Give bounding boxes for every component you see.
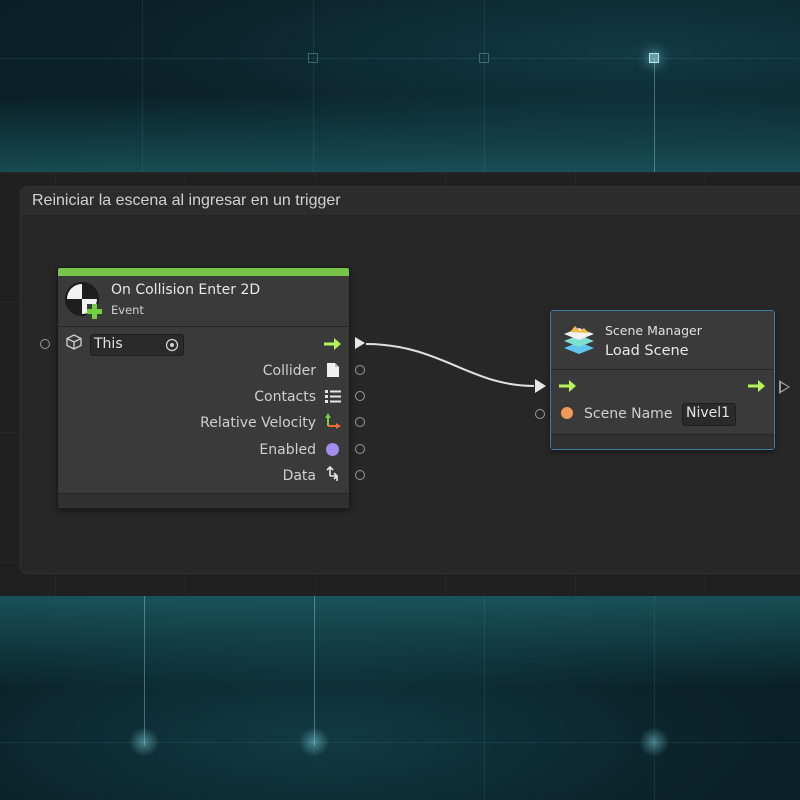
target-field[interactable]: This bbox=[90, 334, 184, 356]
data-output-port[interactable] bbox=[355, 470, 365, 480]
background-bottom bbox=[0, 596, 800, 800]
scene-layers-icon bbox=[564, 326, 594, 354]
scene-node-category: Scene Manager bbox=[605, 323, 702, 338]
output-label-collider: Collider bbox=[262, 363, 316, 379]
enabled-output-port[interactable] bbox=[355, 444, 365, 454]
event-node-header[interactable]: On Collision Enter 2D Event bbox=[58, 276, 349, 327]
event-node-title: On Collision Enter 2D bbox=[111, 282, 261, 298]
group-title[interactable]: Reiniciar la escena al ingresar en un tr… bbox=[32, 192, 341, 210]
target-picker-icon[interactable] bbox=[165, 338, 179, 352]
vector-icon bbox=[325, 413, 341, 429]
flow-out-arrow-icon bbox=[324, 338, 341, 350]
contacts-output-port[interactable] bbox=[355, 391, 365, 401]
flow-in-arrow-icon bbox=[559, 380, 576, 392]
data-icon bbox=[326, 465, 339, 481]
collision-event-icon bbox=[65, 282, 102, 319]
scene-name-input-port[interactable] bbox=[535, 409, 545, 419]
graph-canvas[interactable]: Reiniciar la escena al ingresar en un tr… bbox=[0, 172, 800, 596]
load-scene-node-header[interactable]: Scene Manager Load Scene bbox=[551, 311, 774, 370]
cube-icon bbox=[66, 334, 82, 350]
document-icon bbox=[327, 363, 339, 377]
event-node-footer bbox=[58, 493, 349, 508]
event-target-input-port[interactable] bbox=[40, 339, 50, 349]
scene-name-field[interactable]: Nivel1 bbox=[682, 403, 736, 426]
output-label-relative-velocity: Relative Velocity bbox=[200, 415, 316, 431]
event-node[interactable]: On Collision Enter 2D Event This Collide… bbox=[57, 267, 350, 509]
scene-node-footer bbox=[551, 434, 774, 449]
scene-flow-input-port[interactable] bbox=[535, 379, 546, 393]
flow-out-arrow-icon bbox=[748, 380, 765, 392]
target-field-value: This bbox=[94, 336, 123, 352]
output-label-data: Data bbox=[282, 468, 316, 484]
output-label-contacts: Contacts bbox=[254, 389, 316, 405]
scene-node-title: Load Scene bbox=[605, 343, 689, 359]
bool-dot-icon bbox=[326, 443, 339, 456]
output-label-enabled: Enabled bbox=[259, 442, 316, 458]
string-port-dot-icon bbox=[561, 407, 573, 419]
list-icon bbox=[325, 390, 341, 403]
event-node-subtitle: Event bbox=[111, 303, 144, 317]
collider-output-port[interactable] bbox=[355, 365, 365, 375]
relative-velocity-output-port[interactable] bbox=[355, 417, 365, 427]
event-header-bar bbox=[58, 268, 349, 276]
scene-name-label: Scene Name bbox=[584, 406, 673, 422]
load-scene-node[interactable]: Scene Manager Load Scene Scene Name Nive… bbox=[550, 310, 775, 450]
scene-flow-output-port[interactable] bbox=[779, 380, 790, 394]
group-title-bar[interactable]: Reiniciar la escena al ingresar en un tr… bbox=[21, 187, 800, 216]
event-flow-output-port[interactable] bbox=[355, 337, 365, 349]
background-top bbox=[0, 0, 800, 172]
